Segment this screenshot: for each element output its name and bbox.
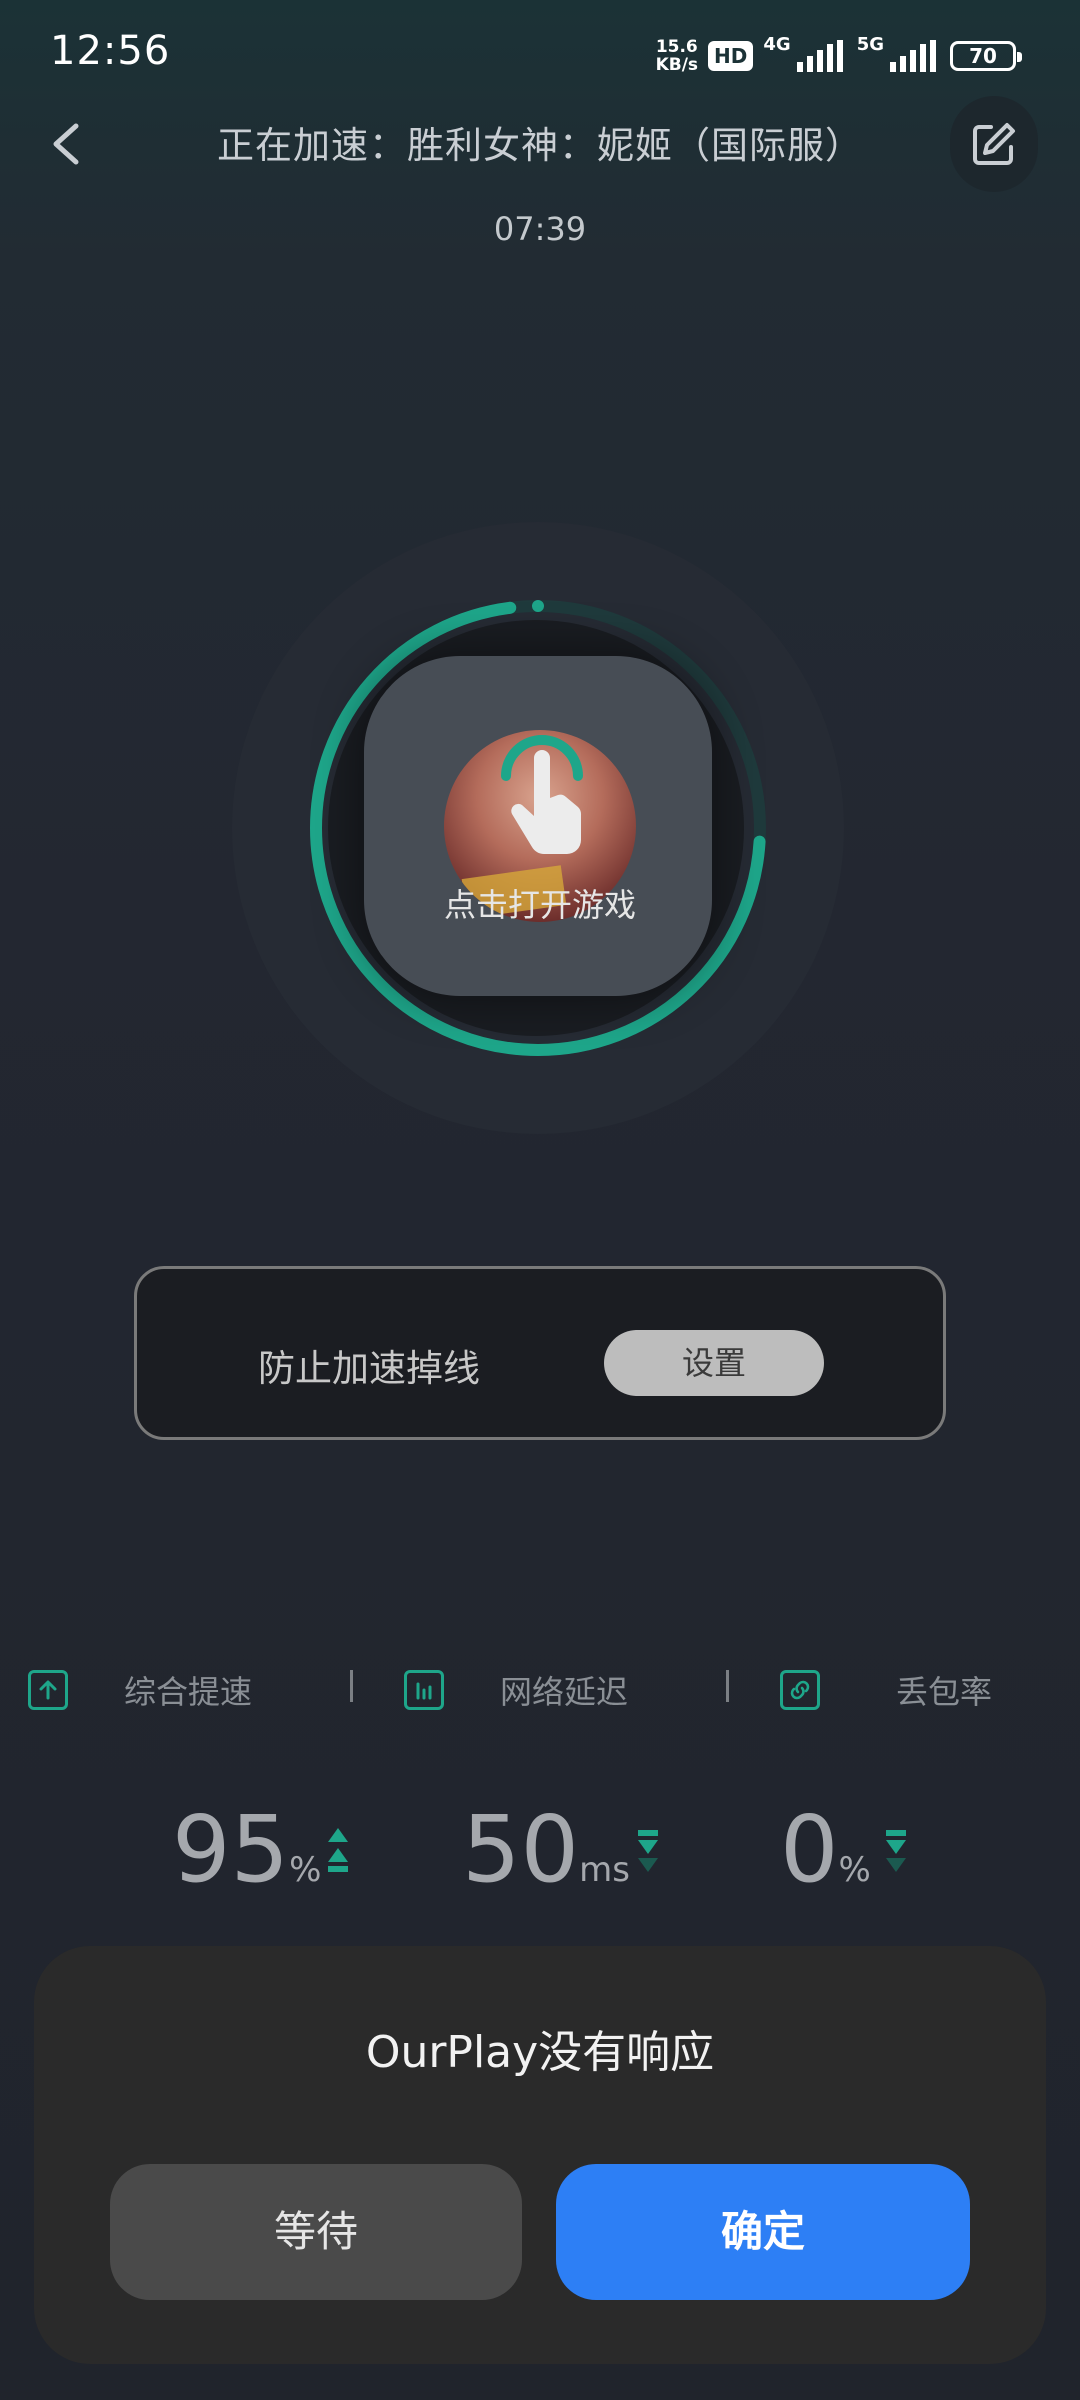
metric-number: 0 [780,1796,839,1903]
metric-header-loss: 丢包率 [780,1668,992,1712]
signal-icon [796,40,843,72]
open-game-label: 点击打开游戏 [443,886,636,924]
status-time: 12:56 [50,28,171,74]
net-speed: 15.6 KB/s [656,38,698,74]
metric-number: 95 [172,1796,290,1903]
page-title: 正在加速：胜利女神：妮姬（国际服） [217,124,863,167]
metric-unit: % [838,1850,871,1890]
wait-button[interactable]: 等待 [110,2164,522,2300]
trend-down-icon [886,1830,906,1872]
net-5g-label: 5G [856,34,884,55]
not-responding-dialog [34,1946,1046,2364]
divider [726,1670,729,1702]
edit-icon [973,123,1015,165]
signal-icon [890,40,936,72]
trend-down-icon [638,1830,658,1872]
battery-icon: 70 [950,41,1022,71]
metric-number: 50 [462,1796,580,1903]
link-icon [780,1670,820,1710]
metric-unit: ms [579,1850,630,1890]
metric-header-speedup: 综合提速 [28,1668,252,1712]
tap-hand-icon [501,735,583,854]
metric-header-latency: 网络延迟 [404,1668,628,1712]
net-speed-unit: KB/s [655,55,699,75]
divider [350,1670,353,1702]
edit-button[interactable] [950,96,1038,192]
speedup-icon [28,1670,68,1710]
settings-button[interactable]: 设置 [604,1330,824,1396]
back-arrow-icon[interactable] [48,120,84,168]
metric-label: 综合提速 [124,1673,253,1711]
status-icons: 15.6 KB/s HD 4G 5G 70 [656,34,1022,78]
confirm-button[interactable]: 确定 [556,2164,970,2300]
anti-drop-label: 防止加速掉线 [258,1347,480,1390]
boost-timer: 07:39 [493,210,587,248]
hd-badge: HD [708,41,754,71]
anti-drop-panel [134,1266,946,1440]
metric-value-speedup: 95% [172,1800,321,1920]
latency-chart-icon [404,1670,444,1710]
net-speed-value: 15.6 [655,37,698,57]
metric-value-latency: 50ms [462,1800,630,1920]
net-4g-label: 4G [763,34,791,55]
metric-label: 丢包率 [896,1673,993,1711]
trend-up-icon [328,1828,348,1872]
metric-label: 网络延迟 [500,1673,629,1711]
metric-value-loss: 0% [780,1800,871,1920]
metric-unit: % [289,1850,322,1890]
dialog-title: OurPlay没有响应 [365,2027,715,2078]
